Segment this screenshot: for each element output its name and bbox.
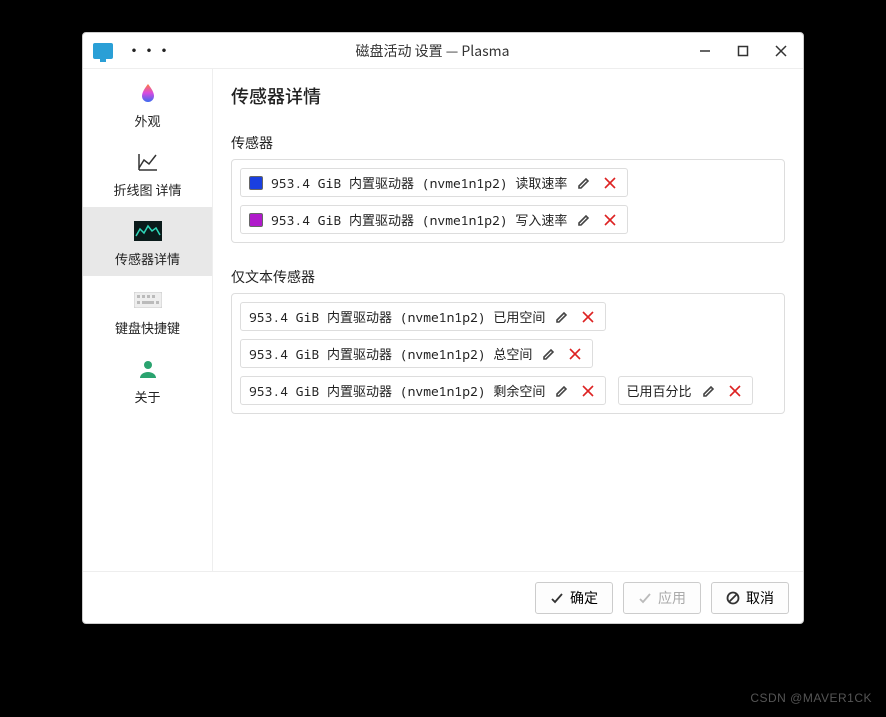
cancel-button[interactable]: 取消 [711, 582, 789, 614]
sidebar-item-label: 折线图 详情 [114, 180, 182, 199]
apply-button[interactable]: 应用 [623, 582, 701, 614]
sensor-label: 953.4 GiB 内置驱动器 (nvme1n1p2) 读取速率 [271, 173, 567, 192]
more-menu[interactable]: ••• [127, 41, 172, 61]
sensor-chip[interactable]: 953.4 GiB 内置驱动器 (nvme1n1p2) 剩余空间 [240, 376, 606, 405]
appearance-icon [134, 79, 162, 107]
sidebar-item-sensors[interactable]: 传感器详情 [83, 207, 212, 276]
sidebar-item-label: 外观 [134, 111, 160, 130]
sensor-chip[interactable]: 已用百分比 [618, 376, 753, 405]
sensor-chip[interactable]: 953.4 GiB 内置驱动器 (nvme1n1p2) 总空间 [240, 339, 593, 368]
footer: 确定 应用 取消 [83, 571, 803, 623]
close-button[interactable] [769, 39, 793, 63]
edit-icon[interactable] [553, 382, 571, 400]
edit-icon[interactable] [700, 382, 718, 400]
sensors-section-label: 传感器 [231, 133, 785, 153]
color-swatch[interactable] [249, 213, 263, 227]
app-icon [93, 43, 113, 59]
ok-label: 确定 [570, 588, 598, 608]
sidebar-item-label: 键盘快捷键 [115, 318, 180, 337]
sensor-label: 953.4 GiB 内置驱动器 (nvme1n1p2) 总空间 [249, 344, 532, 363]
text-sensors-group: 953.4 GiB 内置驱动器 (nvme1n1p2) 已用空间 953.4 G… [231, 293, 785, 414]
ok-button[interactable]: 确定 [535, 582, 613, 614]
window-title: 磁盘活动 设置 — Plasma [172, 41, 693, 61]
delete-icon[interactable] [566, 345, 584, 363]
edit-icon[interactable] [540, 345, 558, 363]
sensor-label: 已用百分比 [627, 381, 692, 400]
sidebar-item-label: 传感器详情 [115, 249, 180, 268]
sidebar-item-label: 关于 [134, 387, 160, 406]
delete-icon[interactable] [726, 382, 744, 400]
sidebar-item-about[interactable]: 关于 [83, 345, 212, 414]
linechart-icon [134, 148, 162, 176]
sidebar-item-appearance[interactable]: 外观 [83, 69, 212, 138]
edit-icon[interactable] [575, 174, 593, 192]
delete-icon[interactable] [601, 211, 619, 229]
minimize-button[interactable] [693, 39, 717, 63]
sensor-chip[interactable]: 953.4 GiB 内置驱动器 (nvme1n1p2) 写入速率 [240, 205, 628, 234]
body: 外观 折线图 详情 传感器详情 键盘快捷键 [83, 69, 803, 571]
edit-icon[interactable] [575, 211, 593, 229]
sensors-icon [134, 217, 162, 245]
about-icon [134, 355, 162, 383]
sensor-chip[interactable]: 953.4 GiB 内置驱动器 (nvme1n1p2) 已用空间 [240, 302, 606, 331]
sensor-label: 953.4 GiB 内置驱动器 (nvme1n1p2) 已用空间 [249, 307, 545, 326]
delete-icon[interactable] [579, 308, 597, 326]
edit-icon[interactable] [553, 308, 571, 326]
delete-icon[interactable] [579, 382, 597, 400]
watermark: CSDN @MAVER1CK [750, 691, 872, 705]
sidebar-item-linechart[interactable]: 折线图 详情 [83, 138, 212, 207]
sensor-label: 953.4 GiB 内置驱动器 (nvme1n1p2) 剩余空间 [249, 381, 545, 400]
text-sensors-section-label: 仅文本传感器 [231, 267, 785, 287]
cancel-label: 取消 [746, 588, 774, 608]
maximize-button[interactable] [731, 39, 755, 63]
sensor-chip[interactable]: 953.4 GiB 内置驱动器 (nvme1n1p2) 读取速率 [240, 168, 628, 197]
sidebar-item-shortcuts[interactable]: 键盘快捷键 [83, 276, 212, 345]
sensors-group: 953.4 GiB 内置驱动器 (nvme1n1p2) 读取速率 953.4 G… [231, 159, 785, 243]
sensor-label: 953.4 GiB 内置驱动器 (nvme1n1p2) 写入速率 [271, 210, 567, 229]
titlebar: ••• 磁盘活动 设置 — Plasma [83, 33, 803, 69]
settings-window: ••• 磁盘活动 设置 — Plasma 外观 折线图 详情 [82, 32, 804, 624]
page-title: 传感器详情 [231, 83, 785, 109]
apply-label: 应用 [658, 588, 686, 608]
keyboard-icon [134, 286, 162, 314]
content: 传感器详情 传感器 953.4 GiB 内置驱动器 (nvme1n1p2) 读取… [213, 69, 803, 571]
sidebar: 外观 折线图 详情 传感器详情 键盘快捷键 [83, 69, 213, 571]
color-swatch[interactable] [249, 176, 263, 190]
delete-icon[interactable] [601, 174, 619, 192]
